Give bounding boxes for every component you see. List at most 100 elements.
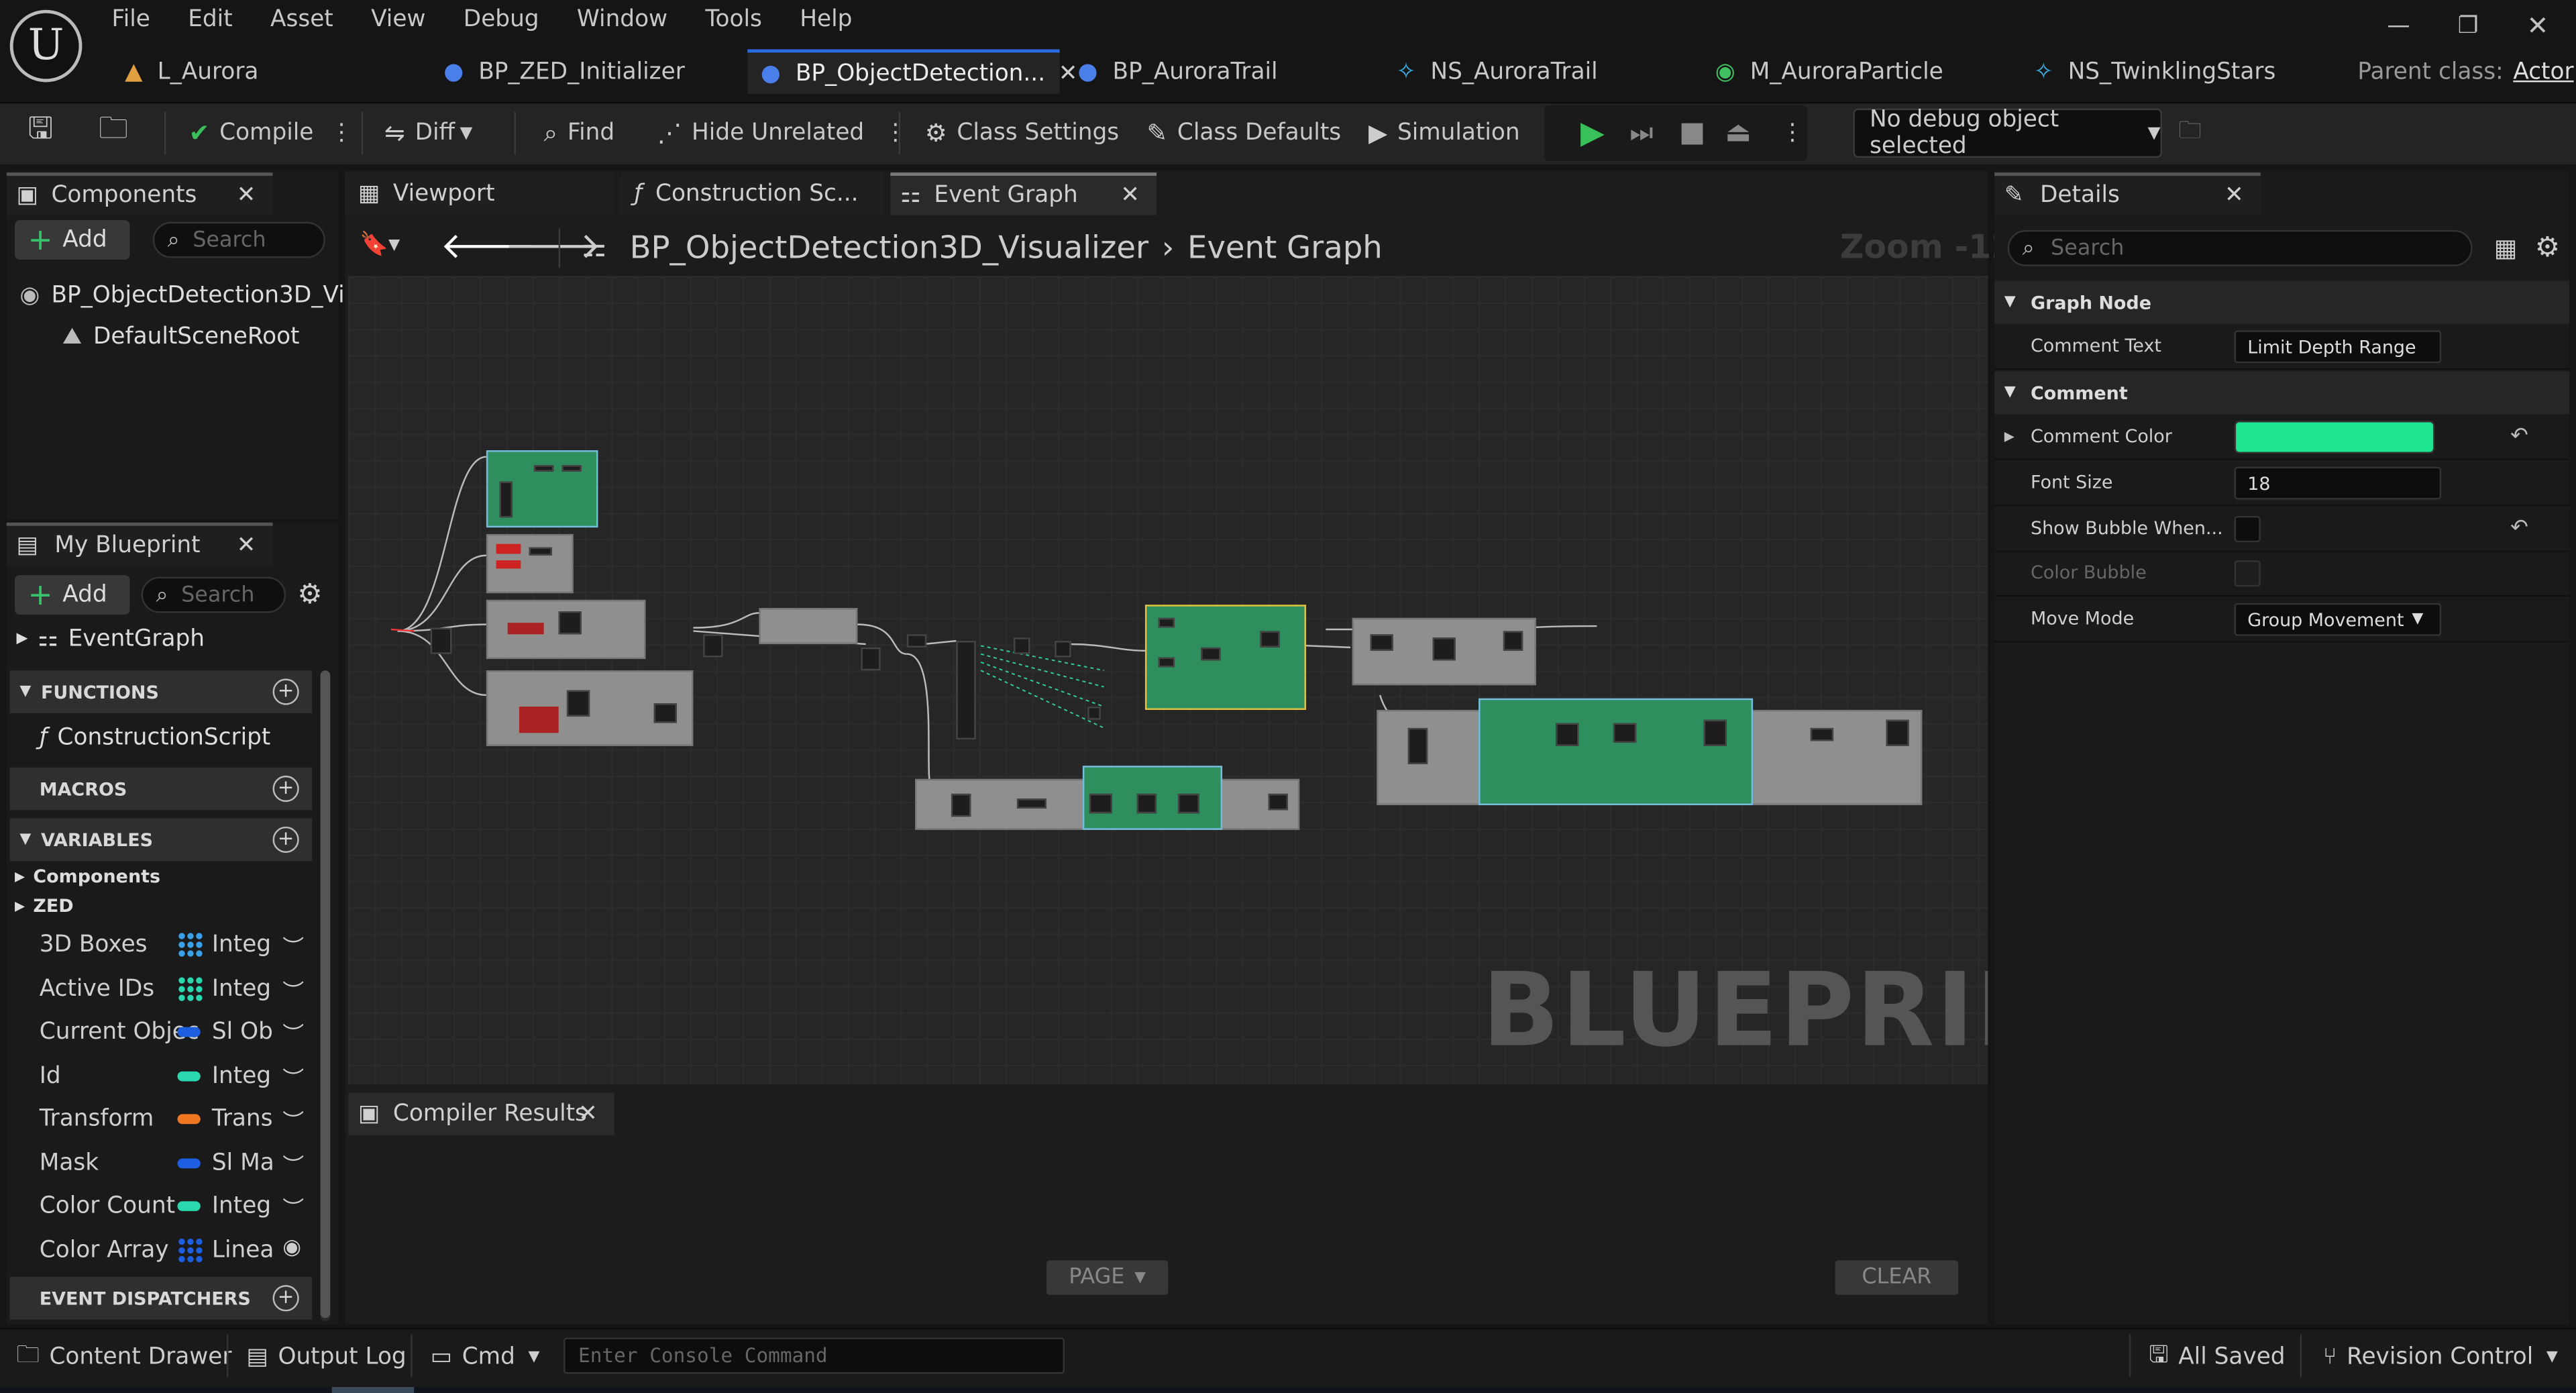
reset-icon[interactable]: ↶ (2510, 424, 2528, 449)
graph-node[interactable] (1613, 723, 1637, 743)
details-tab[interactable]: ✎ Details ✕ (1994, 172, 2261, 215)
variable-type[interactable]: Integ (177, 929, 271, 962)
category-zed[interactable]: ▶ ZED (15, 896, 74, 917)
my-blueprint-tab[interactable]: ▤ My Blueprint ✕ (6, 522, 273, 566)
eye-closed-icon[interactable]: ︶ (282, 1149, 304, 1180)
eye-open-icon[interactable]: ◉ (282, 1236, 301, 1261)
eye-closed-icon[interactable]: ︶ (282, 1017, 304, 1049)
class-defaults-button[interactable]: ✎ Class Defaults (1146, 102, 1341, 164)
variable-item[interactable]: Id (40, 1060, 61, 1093)
graph-node[interactable] (653, 703, 677, 723)
components-tab[interactable]: ▣ Components ✕ (6, 172, 273, 215)
variable-item[interactable]: Transform (40, 1102, 154, 1135)
menu-asset[interactable]: Asset (270, 7, 333, 33)
comment-color-swatch[interactable] (2234, 420, 2435, 454)
graph-node[interactable] (519, 707, 559, 733)
save-icon[interactable]: 🖫 (28, 102, 63, 164)
menu-debug[interactable]: Debug (464, 7, 539, 33)
breadcrumb-graph[interactable]: Event Graph (1187, 230, 1383, 266)
debug-object-dropdown[interactable]: No debug object selected ▼ (1853, 107, 2162, 160)
menu-file[interactable]: File (112, 7, 150, 33)
functions-section[interactable]: ▼ FUNCTIONS + (9, 670, 313, 713)
graph-node[interactable] (529, 547, 552, 556)
variable-type[interactable]: Linea (177, 1234, 274, 1267)
doc-tab-ns-auroratrail[interactable]: ✧ NS_AuroraTrail (1397, 49, 1693, 93)
add-dispatcher-icon[interactable]: + (272, 1285, 299, 1312)
graph-node[interactable] (1703, 719, 1727, 746)
scrollbar[interactable] (320, 670, 331, 1321)
graph-node[interactable] (507, 623, 544, 635)
content-drawer-button[interactable]: 🗀 Content Drawer (16, 1328, 231, 1387)
graph-node[interactable] (703, 634, 723, 658)
variable-type[interactable]: Integ (177, 1060, 271, 1093)
parent-class-link[interactable]: Actor (2513, 58, 2573, 85)
simulation-button[interactable]: ▶ Simulation (1368, 102, 1520, 164)
comment-text-field[interactable]: Limit Depth Range (2234, 330, 2442, 364)
console-command-input[interactable]: Enter Console Command (564, 1337, 1065, 1374)
variables-section[interactable]: ▼ VARIABLES + (9, 818, 313, 862)
all-saved-button[interactable]: 🖫 All Saved (2149, 1328, 2285, 1387)
revision-control-button[interactable]: ⑂ Revision Control ▼ (2323, 1328, 2558, 1387)
clear-button[interactable]: CLEAR (1835, 1260, 1959, 1295)
graph-node[interactable] (1016, 798, 1047, 809)
add-component-button[interactable]: + Add (15, 220, 130, 260)
table-view-icon[interactable]: ▦ (2494, 234, 2518, 263)
event-dispatchers-section[interactable]: EVENT DISPATCHERS + (9, 1276, 313, 1320)
variable-item[interactable]: Current Objec (40, 1015, 199, 1048)
graph-node[interactable] (561, 465, 582, 472)
gear-icon[interactable]: ⚙ (2535, 231, 2560, 264)
components-search-input[interactable]: ⌕ Search (152, 221, 325, 258)
my-blueprint-search-input[interactable]: ⌕ Search (141, 576, 286, 613)
graph-node[interactable] (1136, 793, 1157, 814)
output-log-button[interactable]: ▤ Output Log (246, 1328, 406, 1387)
graph-node[interactable] (1201, 647, 1221, 661)
variable-item[interactable]: Color Array (40, 1234, 169, 1267)
browse-icon[interactable]: 🗀 (99, 102, 138, 164)
class-settings-button[interactable]: ⚙ Class Settings (925, 102, 1119, 164)
tab-viewport[interactable]: ▦ Viewport (345, 172, 614, 215)
graph-node[interactable] (1886, 719, 1909, 746)
variable-item[interactable]: 3D Boxes (40, 929, 148, 962)
caret-right-icon[interactable]: ▶ (2004, 429, 2015, 444)
breadcrumb-blueprint[interactable]: BP_ObjectDetection3D_Visualizer (630, 230, 1149, 266)
menu-view[interactable]: View (371, 7, 425, 33)
compiler-results-tab[interactable]: ▣ Compiler Results ✕ (348, 1092, 614, 1136)
cmd-dropdown[interactable]: ▭ Cmd ▼ (431, 1328, 540, 1387)
add-function-icon[interactable]: + (272, 678, 299, 705)
variable-type[interactable]: Trans (177, 1102, 273, 1135)
close-icon[interactable]: ✕ (1120, 183, 1140, 209)
graph-node[interactable] (861, 647, 881, 671)
variable-type[interactable]: Sl Ma (177, 1147, 274, 1180)
doc-tab-bp-objectdetection[interactable]: ● BP_ObjectDetection... ✕ (747, 49, 1077, 94)
step-icon[interactable]: ⏭ (1629, 102, 1653, 164)
tab-event-graph[interactable]: ⚏ Event Graph ✕ (890, 172, 1157, 215)
graph-node[interactable] (1503, 631, 1523, 651)
eye-closed-icon[interactable]: ︶ (282, 930, 304, 962)
graph-node[interactable] (1055, 641, 1071, 658)
component-root[interactable]: ◉ BP_ObjectDetection3D_Visu (19, 282, 371, 309)
compile-button[interactable]: ✔ Compile ⋮ (189, 102, 354, 164)
tab-construction-script[interactable]: ƒ Construction Sc... (621, 172, 884, 215)
graph-node[interactable] (1158, 657, 1175, 668)
hide-unrelated-button[interactable]: ⋰ Hide Unrelated ⋮ (657, 102, 907, 164)
graph-node[interactable] (496, 560, 521, 569)
graph-node-section[interactable]: ▼ Graph Node (1994, 280, 2570, 324)
minimize-icon[interactable]: — (2387, 13, 2410, 40)
graph-node[interactable] (951, 793, 971, 817)
graph-node[interactable] (906, 634, 927, 648)
graph-node-group[interactable] (759, 608, 858, 645)
close-tab-icon[interactable]: ✕ (1059, 60, 1078, 86)
construction-script-item[interactable]: ƒ ConstructionScript (40, 725, 271, 751)
graph-canvas[interactable]: BLUEPRINT (348, 276, 1988, 1085)
close-icon[interactable]: ✕ (237, 183, 256, 209)
menu-edit[interactable]: Edit (188, 7, 232, 33)
doc-tab-m-auroraparticle[interactable]: ◉ M_AuroraParticle (1715, 49, 2011, 93)
graph-node[interactable] (566, 690, 590, 717)
eye-closed-icon[interactable]: ︶ (282, 974, 304, 1006)
doc-tab-bp-auroratrail[interactable]: ● BP_AuroraTrail (1078, 49, 1374, 93)
variable-item[interactable]: Mask (40, 1147, 99, 1180)
category-components[interactable]: ▶ Components (15, 866, 160, 888)
close-icon[interactable]: ✕ (237, 532, 256, 558)
settings-gear-icon[interactable]: ⚙ (297, 578, 322, 611)
variable-type[interactable]: Integ (177, 1190, 271, 1223)
